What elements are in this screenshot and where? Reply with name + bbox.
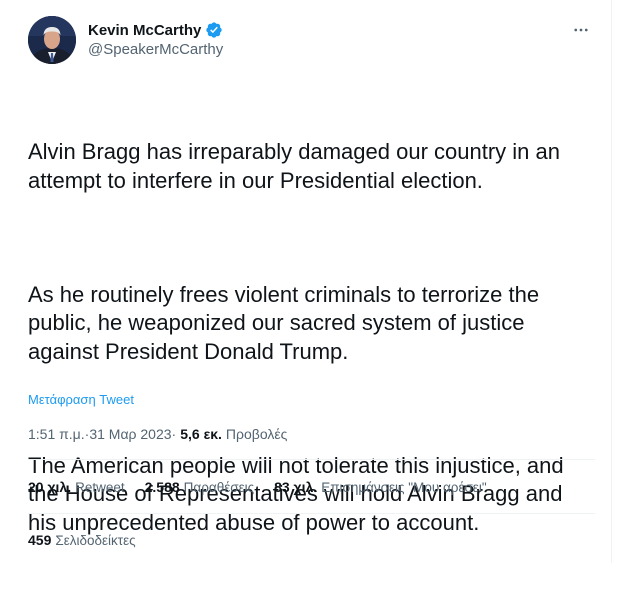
- quotes-stat[interactable]: 2.588 Παραθέσεις: [145, 479, 254, 495]
- quotes-count: 2.588: [144, 479, 180, 495]
- tweet-paragraph: Alvin Bragg has irreparably damaged our …: [28, 139, 567, 193]
- tweet-header: Kevin McCarthy @SpeakerMcCarthy: [28, 16, 595, 64]
- avatar[interactable]: [28, 16, 76, 64]
- author-display-name[interactable]: Kevin McCarthy: [88, 22, 201, 39]
- author-handle[interactable]: @SpeakerMcCarthy: [88, 41, 223, 58]
- more-horizontal-icon: [574, 28, 588, 32]
- bookmarks-stat[interactable]: 459 Σελιδοδείκτες: [28, 532, 136, 548]
- tweet-date[interactable]: 31 Μαρ 2023: [89, 426, 171, 442]
- tweet-text: Alvin Bragg has irreparably damaged our …: [28, 81, 588, 594]
- retweets-label: Retweet: [75, 480, 125, 495]
- tweet-time[interactable]: 1:51 π.μ.: [28, 426, 85, 442]
- author-name-row: Kevin McCarthy: [88, 20, 223, 40]
- retweets-stat[interactable]: 20 χιλ. Retweet: [28, 479, 125, 495]
- meta-separator: ·: [171, 426, 177, 442]
- bookmarks-count: 459: [28, 532, 52, 548]
- verified-badge-icon: [205, 21, 223, 39]
- likes-label: Επισημάνσεις "Μου αρέσει": [321, 480, 487, 495]
- views-count: 5,6 εκ.: [180, 426, 222, 442]
- tweet-stats: 20 χιλ. Retweet 2.588 Παραθέσεις 83 χιλ.…: [28, 479, 507, 495]
- bookmarks-label: Σελιδοδείκτες: [55, 533, 136, 548]
- divider: [28, 513, 595, 514]
- avatar-image: [28, 16, 76, 64]
- views-label: Προβολές: [225, 426, 288, 442]
- likes-stat[interactable]: 83 χιλ. Επισημάνσεις "Μου αρέσει": [274, 479, 487, 495]
- retweets-count: 20 χιλ.: [28, 479, 72, 495]
- tweet-meta: 1:51 π.μ. · 31 Μαρ 2023 · 5,6 εκ. Προβολ…: [28, 426, 287, 442]
- quotes-label: Παραθέσεις: [183, 480, 255, 495]
- translate-tweet-link[interactable]: Μετάφραση Tweet: [28, 392, 134, 407]
- tweet-paragraph: As he routinely frees violent criminals …: [28, 281, 546, 364]
- likes-count: 83 χιλ.: [274, 479, 318, 495]
- tweet-detail: Kevin McCarthy @SpeakerMcCarthy Alvin Br…: [0, 0, 612, 563]
- more-options-button[interactable]: [567, 20, 595, 40]
- divider: [28, 459, 595, 460]
